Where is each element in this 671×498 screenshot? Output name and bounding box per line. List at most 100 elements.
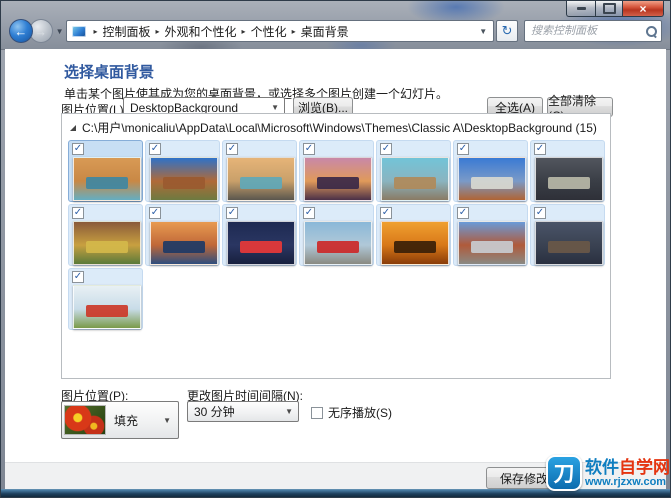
thumbnail-grid: ✓ ✓ ✓ ✓ ✓ ✓ ✓ ✓ ✓ ✓ ✓ ✓ ✓ ✓ ✓ xyxy=(62,139,610,331)
thumbnail-image[interactable] xyxy=(150,221,218,265)
thumbnail-accent xyxy=(240,241,282,254)
thumbnail-checkbox[interactable]: ✓ xyxy=(380,143,392,155)
breadcrumb-separator-icon: ▸ xyxy=(93,27,97,36)
close-icon: × xyxy=(639,3,646,15)
thumbnail-image[interactable] xyxy=(535,221,603,265)
change-interval-value: 30 分钟 xyxy=(194,403,235,420)
thumbnail-image[interactable] xyxy=(381,221,449,265)
thumbnail-image[interactable] xyxy=(150,157,218,201)
watermark-site-name: 软件自学网 xyxy=(585,459,670,476)
breadcrumb: ▸控制面板▸外观和个性化▸个性化▸桌面背景 xyxy=(88,23,348,40)
dropdown-arrow-icon: ▼ xyxy=(280,407,298,416)
thumbnail-cell[interactable]: ✓ xyxy=(376,140,451,202)
thumbnail-image[interactable] xyxy=(73,285,141,329)
breadcrumb-item[interactable]: 桌面背景 xyxy=(301,23,349,40)
thumbnail-image[interactable] xyxy=(381,157,449,201)
minimize-icon xyxy=(577,7,586,10)
thumbnail-cell[interactable]: ✓ xyxy=(68,140,143,202)
address-bar[interactable]: ▸控制面板▸外观和个性化▸个性化▸桌面背景 ▼ xyxy=(66,20,494,42)
thumbnail-cell[interactable]: ✓ xyxy=(376,204,451,266)
close-button[interactable]: × xyxy=(622,1,664,17)
thumbnail-cell[interactable]: ✓ xyxy=(299,140,374,202)
thumbnail-accent xyxy=(471,241,513,254)
thumbnail-image[interactable] xyxy=(227,157,295,201)
address-dropdown-icon[interactable]: ▼ xyxy=(477,27,489,36)
thumbnail-cell[interactable]: ✓ xyxy=(68,268,143,330)
thumbnail-cell[interactable]: ✓ xyxy=(145,140,220,202)
thumbnail-accent xyxy=(471,177,513,190)
thumbnail-cell[interactable]: ✓ xyxy=(68,204,143,266)
titlebar[interactable]: × ← → ▼ ▸控制面板▸外观和个性化▸个性化▸桌面背景 ▼ ↻ xyxy=(1,1,670,50)
thumbnail-cell[interactable]: ✓ xyxy=(530,140,605,202)
thumbnail-cell[interactable]: ✓ xyxy=(222,204,297,266)
maximize-icon xyxy=(603,3,616,14)
thumbnail-accent xyxy=(240,177,282,190)
thumbnail-image[interactable] xyxy=(304,221,372,265)
forward-arrow-icon: → xyxy=(34,24,47,39)
maximize-button[interactable] xyxy=(595,1,622,17)
watermark: 刀 软件自学网 www.rjzxw.com xyxy=(546,455,670,491)
window-controls: × xyxy=(566,1,664,17)
thumbnail-checkbox[interactable]: ✓ xyxy=(72,143,84,155)
thumbnail-checkbox[interactable]: ✓ xyxy=(226,207,238,219)
back-button[interactable]: ← xyxy=(9,19,33,43)
thumbnail-cell[interactable]: ✓ xyxy=(453,204,528,266)
thumbnail-cell[interactable]: ✓ xyxy=(299,204,374,266)
picture-position-value: 填充 xyxy=(114,412,138,429)
thumbnail-checkbox[interactable]: ✓ xyxy=(72,207,84,219)
minimize-button[interactable] xyxy=(566,1,595,17)
folder-group-header[interactable]: C:\用户\monicaliu\AppData\Local\Microsoft\… xyxy=(62,114,610,139)
thumbnail-accent xyxy=(394,177,436,190)
dropdown-arrow-icon: ▼ xyxy=(158,416,176,425)
thumbnail-image[interactable] xyxy=(73,157,141,201)
main-content: 选择桌面背景 单击某个图片使其成为您的桌面背景，或选择多个图片创建一个幻灯片。 … xyxy=(5,49,666,462)
rjzxw-logo-icon: 刀 xyxy=(546,455,582,491)
thumbnail-image[interactable] xyxy=(458,157,526,201)
thumbnail-cell[interactable]: ✓ xyxy=(222,140,297,202)
thumbnail-accent xyxy=(86,305,128,318)
thumbnail-image[interactable] xyxy=(458,221,526,265)
thumbnail-cell[interactable]: ✓ xyxy=(453,140,528,202)
breadcrumb-separator-icon: ▸ xyxy=(292,27,296,36)
page-title: 选择桌面背景 xyxy=(64,61,154,82)
search-icon[interactable] xyxy=(645,25,657,37)
shuffle-option: 无序播放(S) xyxy=(311,404,392,421)
thumbnail-checkbox[interactable]: ✓ xyxy=(380,207,392,219)
search-box[interactable] xyxy=(524,20,662,42)
thumbnail-checkbox[interactable]: ✓ xyxy=(303,143,315,155)
change-interval-dropdown[interactable]: 30 分钟 ▼ xyxy=(187,401,299,422)
thumbnail-image[interactable] xyxy=(304,157,372,201)
thumbnail-image[interactable] xyxy=(535,157,603,201)
picture-position-dropdown[interactable]: 填充 ▼ xyxy=(61,401,179,439)
folder-path: C:\用户\monicaliu\AppData\Local\Microsoft\… xyxy=(82,119,597,136)
collapse-triangle-icon[interactable] xyxy=(70,125,76,131)
thumbnail-checkbox[interactable]: ✓ xyxy=(457,143,469,155)
wallpaper-list-panel: C:\用户\monicaliu\AppData\Local\Microsoft\… xyxy=(61,113,611,379)
refresh-button[interactable]: ↻ xyxy=(496,20,518,42)
desktop-background-window: × ← → ▼ ▸控制面板▸外观和个性化▸个性化▸桌面背景 ▼ ↻ 选择桌面背景… xyxy=(0,0,671,498)
breadcrumb-item[interactable]: 控制面板 xyxy=(103,23,151,40)
thumbnail-checkbox[interactable]: ✓ xyxy=(457,207,469,219)
thumbnail-cell[interactable]: ✓ xyxy=(145,204,220,266)
thumbnail-cell[interactable]: ✓ xyxy=(530,204,605,266)
thumbnail-checkbox[interactable]: ✓ xyxy=(534,143,546,155)
shuffle-checkbox[interactable] xyxy=(311,407,323,419)
watermark-url: www.rjzxw.com xyxy=(585,477,670,488)
search-input[interactable] xyxy=(529,24,645,38)
thumbnail-image[interactable] xyxy=(227,221,295,265)
dropdown-arrow-icon: ▼ xyxy=(266,103,284,112)
breadcrumb-separator-icon: ▸ xyxy=(156,27,160,36)
thumbnail-image[interactable] xyxy=(73,221,141,265)
thumbnail-checkbox[interactable]: ✓ xyxy=(226,143,238,155)
breadcrumb-item[interactable]: 个性化 xyxy=(251,23,287,40)
thumbnail-checkbox[interactable]: ✓ xyxy=(149,143,161,155)
breadcrumb-item[interactable]: 外观和个性化 xyxy=(165,23,237,40)
thumbnail-checkbox[interactable]: ✓ xyxy=(72,271,84,283)
thumbnail-checkbox[interactable]: ✓ xyxy=(534,207,546,219)
shuffle-label: 无序播放(S) xyxy=(328,404,392,421)
fill-preview-image xyxy=(64,405,106,435)
recent-pages-chevron-icon[interactable]: ▼ xyxy=(56,27,64,36)
thumbnail-checkbox[interactable]: ✓ xyxy=(149,207,161,219)
thumbnail-checkbox[interactable]: ✓ xyxy=(303,207,315,219)
thumbnail-accent xyxy=(86,241,128,254)
